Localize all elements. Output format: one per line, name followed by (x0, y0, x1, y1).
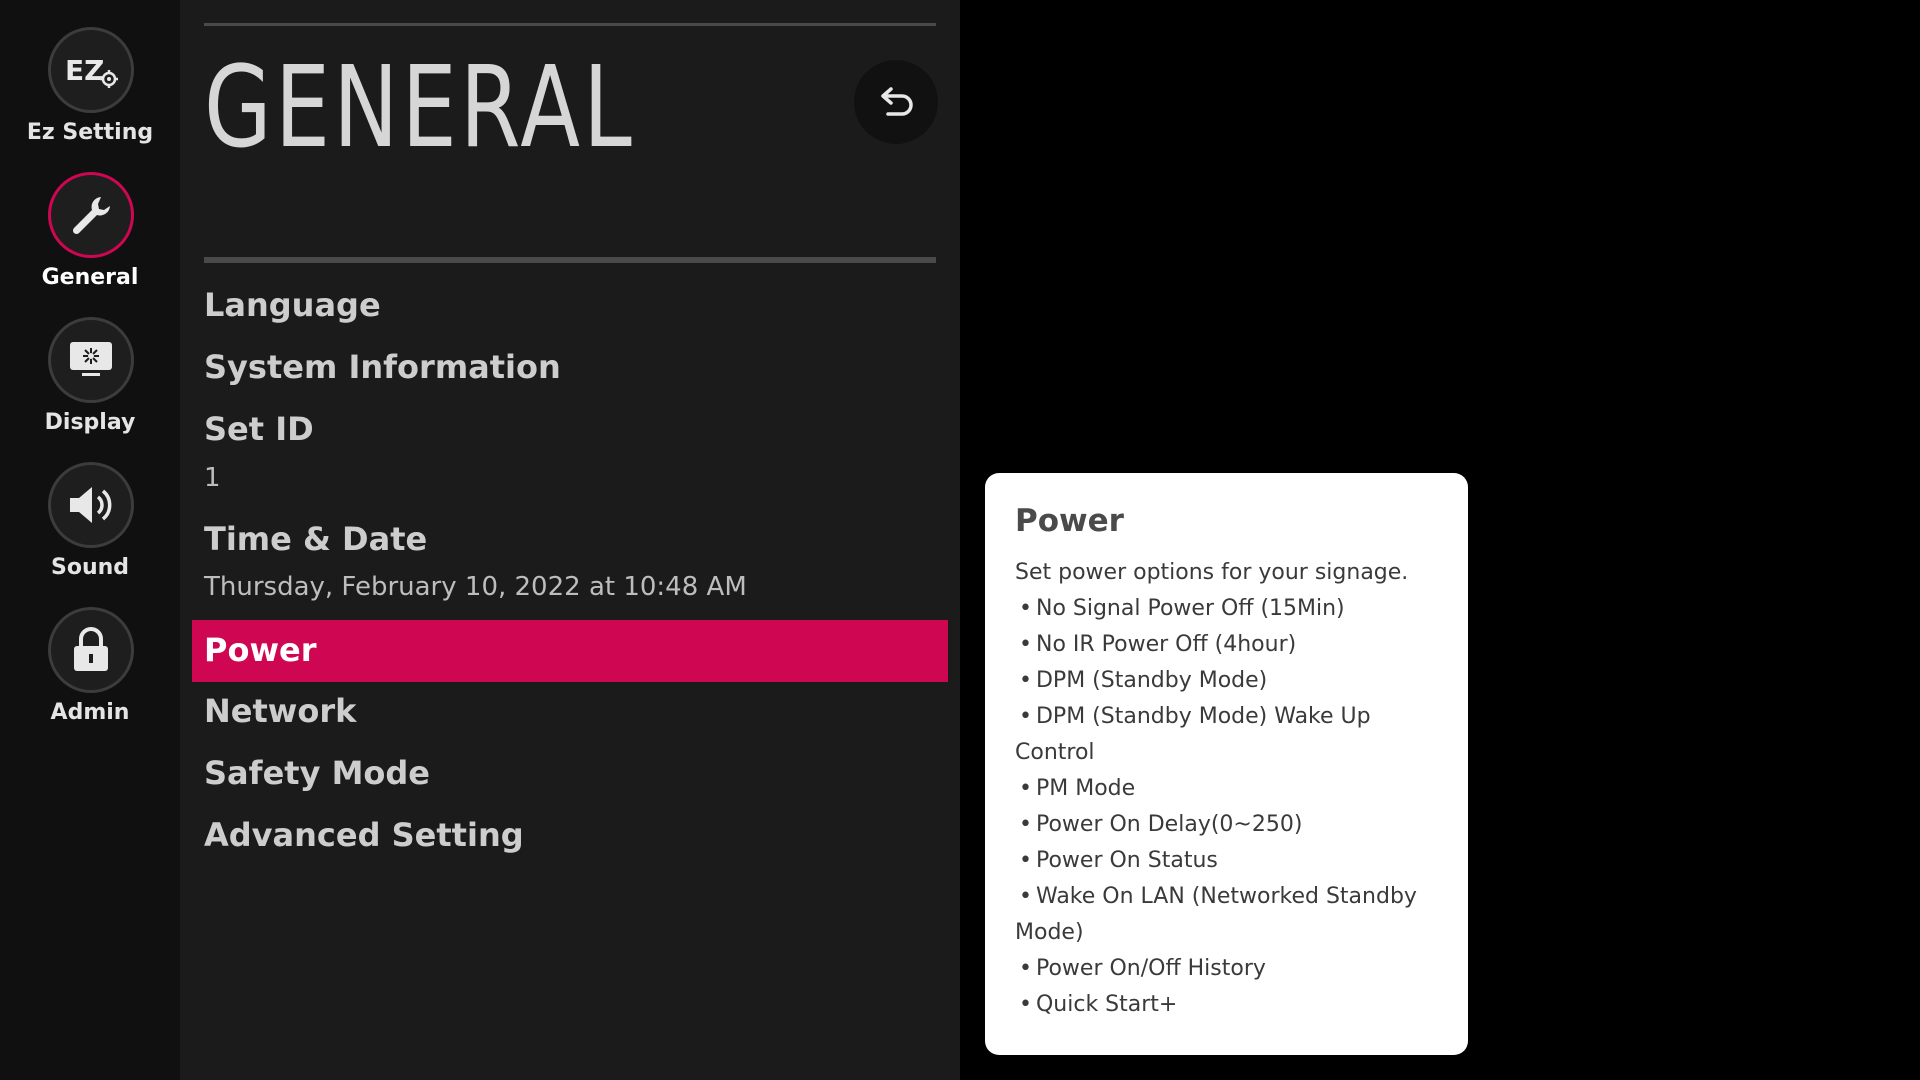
settings-panel: GENERAL Language System Information Set … (180, 0, 960, 1080)
list-item: • PM Mode (1019, 776, 1136, 801)
list-item: • DPM (Standby Mode) Wake Up Control (1015, 704, 1371, 765)
help-title: Power (1015, 503, 1124, 539)
back-arrow-icon (881, 87, 913, 116)
menu-label: Language (204, 286, 381, 324)
rail-item-ez-setting[interactable]: EZ Ez Setting (0, 27, 180, 157)
list-item: • No IR Power Off (4hour) (1019, 632, 1297, 657)
list-item: • Wake On LAN (Networked Standby Mode) (1015, 884, 1417, 945)
menu-item-language[interactable]: Language (192, 284, 948, 332)
menu-label: System Information (204, 348, 561, 386)
wrench-icon (48, 172, 134, 258)
rail-label-ez-setting: Ez Setting (26, 120, 154, 145)
help-card: Power Set power options for your signage… (985, 473, 1468, 1055)
divider (204, 257, 936, 263)
rail-item-general[interactable]: General (0, 172, 180, 302)
menu-label: Advanced Setting (204, 816, 524, 854)
screen: EZ Ez Setting General Display Sound Admi… (0, 0, 1920, 1080)
page-title: GENERAL (204, 43, 635, 173)
speaker-icon (48, 462, 134, 548)
help-list: • No Signal Power Off (15Min) • No IR Powe… (1015, 591, 1445, 1023)
category-rail: EZ Ez Setting General Display Sound Admi… (0, 0, 180, 1080)
list-item: • Power On Delay(0~250) (1019, 812, 1303, 837)
rail-label-display: Display (44, 410, 136, 435)
set-id-value: 1 (204, 463, 221, 493)
rail-label-admin: Admin (50, 700, 130, 725)
back-button[interactable] (854, 60, 938, 144)
rail-item-admin[interactable]: Admin (0, 607, 180, 737)
menu-item-system-information[interactable]: System Information (192, 346, 948, 394)
display-icon (48, 317, 134, 403)
menu-label: Network (204, 692, 357, 730)
rail-label-sound: Sound (50, 555, 130, 580)
menu-item-safety-mode[interactable]: Safety Mode (192, 752, 948, 800)
menu-item-network[interactable]: Network (192, 690, 948, 738)
rail-item-display[interactable]: Display (0, 317, 180, 447)
list-item: • No Signal Power Off (15Min) (1019, 596, 1345, 621)
svg-text:EZ: EZ (65, 54, 104, 87)
rail-item-sound[interactable]: Sound (0, 462, 180, 592)
menu-item-advanced-setting[interactable]: Advanced Setting (192, 814, 948, 862)
help-description: Set power options for your signage. (1015, 560, 1409, 585)
menu-label: Set ID (204, 410, 314, 448)
list-item: • Quick Start+ (1019, 992, 1178, 1017)
divider (204, 23, 936, 26)
menu-item-set-id[interactable]: Set ID 1 (192, 408, 948, 502)
menu-item-time-date[interactable]: Time & Date Thursday, February 10, 2022 … (192, 518, 948, 612)
time-date-value: Thursday, February 10, 2022 at 10:48 AM (204, 572, 747, 602)
rail-label-general: General (41, 265, 139, 290)
list-item: • Power On/Off History (1019, 956, 1266, 981)
menu-label: Time & Date (204, 520, 428, 558)
menu-item-power[interactable]: Power (192, 620, 948, 682)
ez-setting-icon: EZ (48, 27, 134, 113)
lock-icon (48, 607, 134, 693)
menu-label: Power (204, 631, 317, 669)
list-item: • Power On Status (1019, 848, 1218, 873)
list-item: • DPM (Standby Mode) (1019, 668, 1268, 693)
menu-label: Safety Mode (204, 754, 430, 792)
